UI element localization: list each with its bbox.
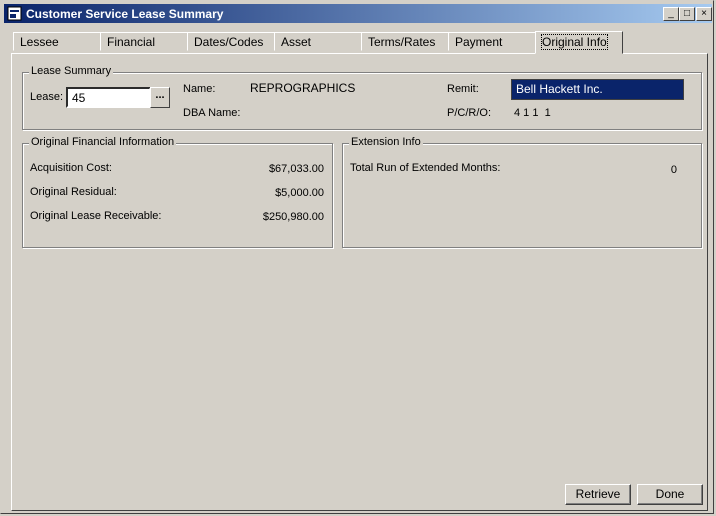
extended-months-value: 0 [670,164,677,176]
tab-dates-codes[interactable]: Dates/Codes [187,32,275,51]
lease-label: Lease: [30,91,64,103]
tab-label: Payment [455,35,503,49]
original-residual-label: Original Residual: [30,186,117,198]
remit-label: Remit: [447,83,479,95]
main-window: Customer Service Lease Summary _ □ × Les… [0,0,714,514]
tab-label: Lessee [20,35,59,49]
tab-financial[interactable]: Financial [100,32,188,51]
acquisition-cost-value: $67,033.00 [268,163,324,175]
acquisition-cost-label: Acquisition Cost: [30,162,112,174]
tab-label: Original Info [541,34,608,50]
app-icon [7,6,22,21]
close-button[interactable]: × [696,7,712,21]
name-value: REPROGRAPHICS [250,81,356,95]
original-financial-group: Original Financial Information Acquisiti… [22,136,333,248]
pcro-value: 4 1 1 1 [514,107,551,119]
tab-label: Dates/Codes [194,35,264,49]
group-title: Original Financial Information [29,136,177,148]
group-title: Extension Info [349,136,423,148]
tab-original-info[interactable]: Original Info [535,31,623,54]
retrieve-button[interactable]: Retrieve [565,484,631,505]
lease-input[interactable]: 45 [66,87,151,108]
tab-label: Terms/Rates [368,35,436,49]
group-title: Lease Summary [29,65,114,77]
title-bar[interactable]: Customer Service Lease Summary _ □ × [4,4,712,23]
tab-label: Financial [107,35,156,49]
original-lease-receivable-label: Original Lease Receivable: [30,210,162,222]
tab-panel-original-info: Lease Summary Lease: 45 ... Name: REPROG… [11,53,708,511]
tab-lessee[interactable]: Lessee [13,32,101,51]
window-title: Customer Service Lease Summary [26,7,224,21]
remit-field[interactable]: Bell Hackett Inc. [511,79,684,100]
minimize-button[interactable]: _ [663,7,679,21]
lease-lookup-button[interactable]: ... [150,87,170,108]
tab-payment[interactable]: Payment [448,32,536,51]
name-label: Name: [183,83,216,95]
done-button[interactable]: Done [637,484,703,505]
pcro-label: P/C/R/O: [447,107,492,119]
extended-months-label: Total Run of Extended Months: [350,162,501,174]
original-residual-value: $5,000.00 [275,187,324,199]
extension-info-group: Extension Info Total Run of Extended Mon… [342,136,702,248]
tab-label: Asset [281,35,312,49]
lease-summary-group: Lease Summary Lease: 45 ... Name: REPROG… [22,65,702,130]
tab-asset[interactable]: Asset [274,32,362,51]
tab-terms-rates[interactable]: Terms/Rates [361,32,449,51]
dba-label: DBA Name: [183,107,241,119]
original-lease-receivable-value: $250,980.00 [262,211,324,223]
maximize-button[interactable]: □ [679,7,695,21]
